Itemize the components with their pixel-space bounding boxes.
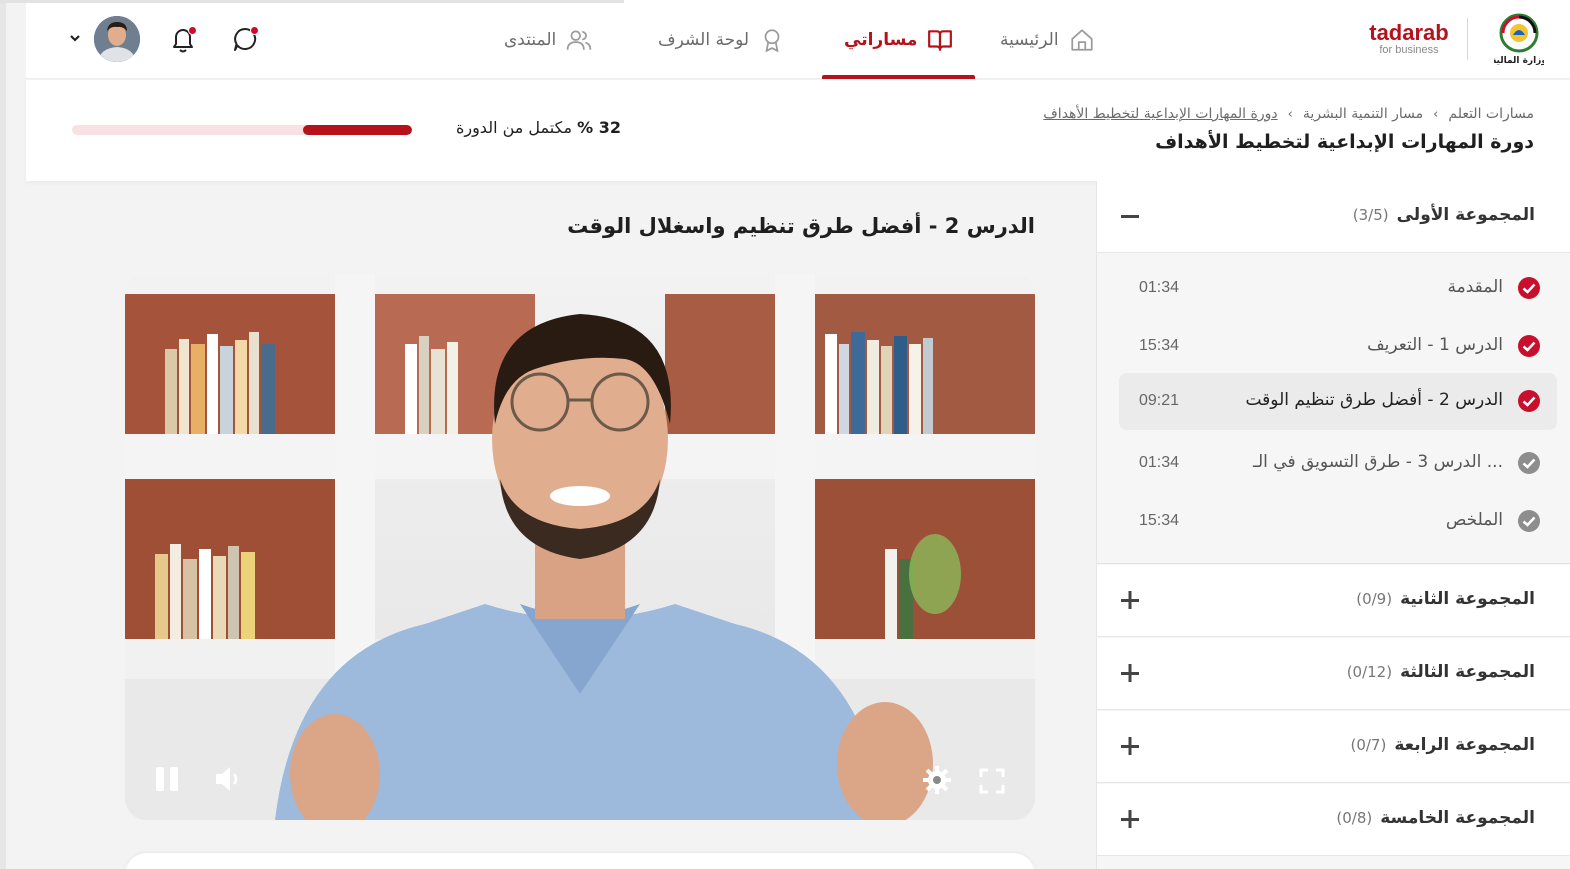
users-icon	[566, 29, 592, 50]
group-header-4[interactable]: المجموعة الرابعة (0/7)	[1097, 711, 1570, 783]
lesson-details-card	[125, 853, 1035, 869]
check-circle-icon	[1518, 390, 1540, 412]
progress-value: 32 %	[577, 118, 621, 137]
group-title-2: المجموعة الثانية (0/9)	[1356, 589, 1535, 609]
plus-icon[interactable]	[1119, 589, 1141, 611]
lesson-item[interactable]: الدرس 1 - التعريف 15:34	[1119, 318, 1557, 375]
pause-icon[interactable]	[153, 764, 183, 794]
group-title-3: المجموعة الثالثة (0/12)	[1347, 662, 1535, 682]
course-header: مسارات التعلم ‹ مسار التنمية البشرية ‹ د…	[26, 80, 1570, 181]
breadcrumb-item-course[interactable]: دورة المهارات الإبداعية لتخطيط الأهداف	[1043, 106, 1277, 122]
group-name-4: المجموعة الرابعة	[1394, 735, 1535, 755]
lesson-title: الدرس 2 - أفضل طرق تنظيم واسغلال الوقت	[567, 214, 1035, 238]
brand-logo-subtitle: for business	[1379, 44, 1439, 56]
group-title-1: المجموعة الأولى (3/5)	[1353, 205, 1535, 225]
notifications-button[interactable]	[166, 22, 200, 56]
check-circle-icon	[1518, 510, 1540, 532]
group-count-3: (0/12)	[1346, 663, 1393, 681]
nav-item-forum[interactable]: المنتدى	[504, 0, 592, 79]
progress-text: مكتمل من الدورة	[455, 118, 578, 137]
check-circle-icon	[1518, 335, 1540, 357]
course-progress-fill	[303, 125, 412, 135]
nav-label-forum: المنتدى	[504, 29, 557, 50]
group-title-4: المجموعة الرابعة (0/7)	[1350, 735, 1535, 755]
breadcrumb-item-learning-paths[interactable]: مسارات التعلم	[1448, 106, 1534, 122]
group-count-5: (0/8)	[1336, 809, 1373, 827]
lesson-item-active[interactable]: الدرس 2 - أفضل طرق تنظيم الوقت 09:21	[1119, 373, 1557, 430]
settings-icon[interactable]	[922, 765, 952, 795]
left-edge-strip	[0, 0, 6, 869]
group-title-5: المجموعة الخامسة (0/8)	[1336, 808, 1535, 828]
group-count-4: (0/7)	[1350, 736, 1387, 754]
award-icon	[764, 28, 780, 52]
top-navigation: وزارة المالية tadarab for business الرئي…	[26, 0, 1570, 79]
lesson-duration: 09:21	[1139, 392, 1180, 409]
lesson-duration: 15:34	[1139, 512, 1180, 529]
check-circle-icon	[1518, 277, 1540, 299]
messages-notification-dot	[250, 26, 259, 35]
breadcrumb-chevron-icon: ‹	[1433, 106, 1439, 122]
group-name-1: المجموعة الأولى	[1396, 205, 1535, 225]
lesson-duration: 01:34	[1139, 279, 1180, 296]
notifications-dot	[188, 26, 197, 35]
course-progress-bar	[72, 125, 412, 135]
plus-icon[interactable]	[1119, 808, 1141, 830]
lesson-item[interactable]: الملخص 15:34	[1119, 493, 1557, 550]
lesson-title: الدرس 3 - طرق التسويق في الـ ...	[1253, 452, 1503, 472]
loading-bar	[0, 0, 624, 3]
breadcrumb-item-path[interactable]: مسار التنمية البشرية	[1303, 106, 1423, 122]
avatar[interactable]	[94, 16, 140, 62]
nav-item-leaderboard[interactable]: لوحة الشرف	[658, 0, 785, 79]
lesson-item[interactable]: الدرس 3 - طرق التسويق في الـ ... 01:34	[1119, 435, 1557, 492]
lesson-title: الملخص	[1445, 510, 1503, 530]
ministry-emblem-icon[interactable]: وزارة المالية	[1494, 11, 1544, 67]
video-player[interactable]	[125, 274, 1035, 820]
group-header-3[interactable]: المجموعة الثالثة (0/12)	[1097, 638, 1570, 710]
book-icon	[928, 29, 953, 51]
logo-divider	[1467, 18, 1468, 60]
lesson-title: الدرس 1 - التعريف	[1367, 335, 1503, 355]
course-sidebar: المجموعة الأولى (3/5) المقدمة 01:34 الدر…	[1096, 181, 1570, 869]
group-header-2[interactable]: المجموعة الثانية (0/9)	[1097, 565, 1570, 637]
chevron-down-icon[interactable]	[68, 31, 82, 45]
lesson-duration: 01:34	[1139, 454, 1180, 471]
group-header-5[interactable]: المجموعة الخامسة (0/8)	[1097, 784, 1570, 856]
group-count-1: (3/5)	[1352, 206, 1389, 224]
group-name-2: المجموعة الثانية	[1400, 589, 1535, 609]
lesson-title: المقدمة	[1447, 277, 1503, 297]
breadcrumb-chevron-icon: ‹	[1287, 106, 1293, 122]
nav-item-home[interactable]: الرئيسية	[1000, 0, 1095, 79]
volume-icon[interactable]	[213, 764, 245, 794]
lesson-title: الدرس 2 - أفضل طرق تنظيم الوقت	[1245, 390, 1503, 410]
course-title: دورة المهارات الإبداعية لتخطيط الأهداف	[1155, 131, 1534, 153]
course-progress-label: 32 % مكتمل من الدورة	[441, 118, 621, 137]
lesson-item[interactable]: المقدمة 01:34	[1119, 260, 1557, 317]
ministry-text: وزارة المالية	[1494, 56, 1544, 66]
fullscreen-icon[interactable]	[978, 767, 1006, 795]
group-name-5: المجموعة الخامسة	[1380, 808, 1535, 828]
messages-button[interactable]	[228, 22, 262, 56]
group-header-1[interactable]: المجموعة الأولى (3/5)	[1097, 181, 1570, 253]
nav-label-leaderboard: لوحة الشرف	[658, 29, 750, 50]
nav-item-my-paths[interactable]: مساراتي	[821, 0, 976, 79]
plus-icon[interactable]	[1119, 735, 1141, 757]
minus-icon[interactable]	[1119, 205, 1141, 227]
group-name-3: المجموعة الثالثة	[1400, 662, 1535, 682]
home-icon	[1070, 28, 1093, 51]
brand-logo-text[interactable]: tadarab	[1364, 21, 1454, 45]
plus-icon[interactable]	[1119, 662, 1141, 684]
group-1-lessons: المقدمة 01:34 الدرس 1 - التعريف 15:34 ال…	[1097, 254, 1570, 564]
lesson-duration: 15:34	[1139, 337, 1180, 354]
video-frame-image	[125, 274, 1035, 820]
nav-label-home: الرئيسية	[1000, 29, 1059, 50]
check-circle-icon	[1518, 452, 1540, 474]
nav-label-my-paths: مساراتي	[844, 29, 918, 50]
breadcrumb: مسارات التعلم ‹ مسار التنمية البشرية ‹ د…	[1043, 106, 1534, 122]
group-count-2: (0/9)	[1356, 590, 1393, 608]
avatar-photo-icon	[94, 16, 140, 62]
